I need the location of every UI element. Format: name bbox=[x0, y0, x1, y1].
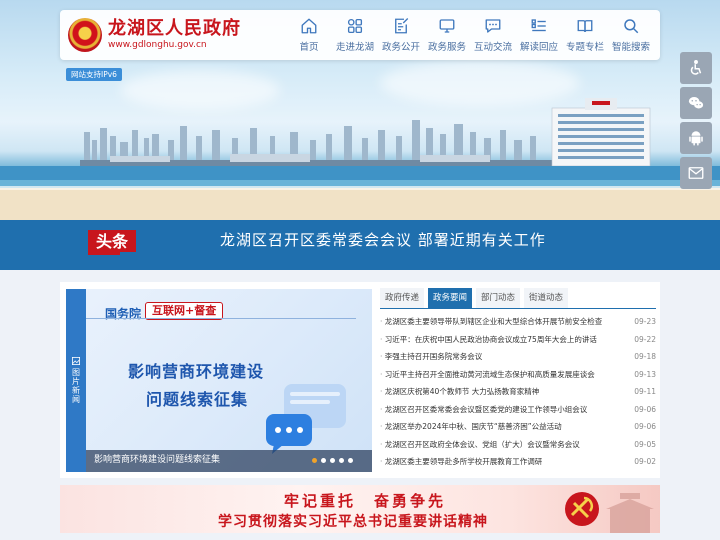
carousel-dot[interactable] bbox=[348, 458, 353, 463]
wechat-icon bbox=[688, 97, 704, 109]
monitor-icon bbox=[439, 19, 455, 33]
nav-label: 解读回应 bbox=[519, 42, 558, 53]
news-item[interactable]: 龙湖区召开区委常委会会议暨区委党的建设工作领导小组会议 09-06 bbox=[380, 401, 656, 419]
tab-department-news[interactable]: 部门动态 bbox=[476, 288, 521, 308]
news-title: 龙湖区召开区政府全体会议、党组（扩大）会议暨常务会议 bbox=[380, 439, 625, 450]
document-edit-icon bbox=[395, 18, 409, 34]
news-date: 09-18 bbox=[634, 352, 656, 362]
grid-icon bbox=[347, 18, 363, 34]
search-icon bbox=[624, 19, 639, 34]
news-date: 09-11 bbox=[634, 387, 656, 397]
tab-street-news[interactable]: 街道动态 bbox=[524, 288, 569, 308]
chat-bubble-illustration bbox=[266, 384, 346, 454]
headline-badge-text: 头条 bbox=[96, 232, 129, 251]
news-item[interactable]: 李强主持召开国务院常务会议 09-18 bbox=[380, 348, 656, 366]
ipv6-badge: 网站支持IPv6 bbox=[66, 68, 122, 81]
nav-label: 互动交流 bbox=[473, 42, 512, 53]
nav-item-topics[interactable]: 专题专栏 bbox=[562, 17, 608, 53]
site-logo[interactable]: 龙湖区人民政府 www.gdlonghu.gov.cn bbox=[60, 18, 286, 52]
headline-link[interactable]: 龙湖区召开区委常委会会议 部署近期有关工作 bbox=[220, 230, 546, 250]
news-title: 龙湖区举办2024年中秋、国庆节“慈善济困”公益活动 bbox=[380, 421, 625, 432]
site-url: www.gdlonghu.gov.cn bbox=[108, 40, 207, 50]
news-list: 龙湖区委主要领导带队到辖区企业和大型综合体开展节前安全检查 09-23 习近平：在… bbox=[380, 313, 656, 471]
nav-label: 走进龙湖 bbox=[335, 42, 374, 53]
home-icon bbox=[301, 18, 317, 34]
site-header: 龙湖区人民政府 www.gdlonghu.gov.cn 首页 走进龙湖 政务公开… bbox=[60, 10, 660, 60]
news-date: 09-06 bbox=[634, 422, 656, 432]
nav-label: 首页 bbox=[299, 42, 319, 53]
national-emblem-icon bbox=[68, 18, 102, 52]
slide-title-line1: 影响营商环境建设 bbox=[128, 362, 265, 381]
headline-badge: 头条 bbox=[88, 230, 136, 255]
mail-icon bbox=[688, 167, 704, 179]
android-icon bbox=[689, 131, 703, 146]
news-date: 09-22 bbox=[634, 334, 656, 344]
news-item[interactable]: 习近平主持召开全面推动黄河流域生态保护和高质量发展座谈会 09-13 bbox=[380, 366, 656, 384]
news-item[interactable]: 龙湖区庆祝第40个教师节 大力弘扬教育家精神 09-11 bbox=[380, 383, 656, 401]
news-item[interactable]: 习近平：在庆祝中国人民政治协商会议成立75周年大会上的讲话 09-22 bbox=[380, 331, 656, 349]
main-nav: 首页 走进龙湖 政务公开 政务服务 互动交流 解读回应 专题专栏 智能搜索 bbox=[286, 17, 660, 53]
news-tabs: 政府传递 政务要闻 部门动态 街道动态 bbox=[380, 288, 572, 308]
news-title: 李强主持召开国务院常务会议 bbox=[380, 351, 625, 362]
accessibility-icon bbox=[690, 60, 702, 75]
carousel-dots bbox=[312, 458, 357, 463]
banner-slogan: 牢记重托 奋勇争先 bbox=[284, 492, 447, 510]
android-app-button[interactable] bbox=[680, 122, 712, 154]
news-date: 09-13 bbox=[634, 369, 656, 379]
news-title: 龙湖区召开区委常委会会议暨区委党的建设工作领导小组会议 bbox=[380, 404, 625, 415]
book-icon bbox=[577, 20, 593, 33]
nav-label: 专题专栏 bbox=[565, 42, 604, 53]
site-name: 龙湖区人民政府 bbox=[108, 18, 241, 39]
nav-item-about[interactable]: 走进龙湖 bbox=[332, 17, 378, 53]
carousel-caption[interactable]: 影响营商环境建设问题线索征集 bbox=[94, 454, 220, 467]
carousel-dot[interactable] bbox=[339, 458, 344, 463]
tabs-underline bbox=[380, 308, 656, 309]
news-title: 习近平：在庆祝中国人民政治协商会议成立75周年大会上的讲话 bbox=[380, 334, 625, 345]
wechat-button[interactable] bbox=[680, 87, 712, 119]
carousel-dot[interactable] bbox=[321, 458, 326, 463]
nav-label: 智能搜索 bbox=[611, 42, 650, 53]
list-icon bbox=[531, 19, 546, 32]
news-title: 龙湖区委主要领导带队到辖区企业和大型综合体开展节前安全检查 bbox=[380, 316, 625, 327]
carousel-dot[interactable] bbox=[330, 458, 335, 463]
news-date: 09-06 bbox=[634, 404, 656, 414]
nav-item-home[interactable]: 首页 bbox=[286, 17, 332, 53]
mail-button[interactable] bbox=[680, 157, 712, 189]
nav-item-interpretation[interactable]: 解读回应 bbox=[516, 17, 562, 53]
floating-toolbar bbox=[680, 52, 712, 192]
news-item[interactable]: 龙湖区委主要领导带队到辖区企业和大型综合体开展节前安全检查 09-23 bbox=[380, 313, 656, 331]
nav-item-services[interactable]: 政务服务 bbox=[424, 17, 470, 53]
carousel-dot[interactable] bbox=[312, 458, 317, 463]
nav-item-search[interactable]: 智能搜索 bbox=[608, 17, 654, 53]
news-title: 龙湖区庆祝第40个教师节 大力弘扬教育家精神 bbox=[380, 386, 625, 397]
news-item[interactable]: 龙湖区召开区政府全体会议、党组（扩大）会议暨常务会议 09-05 bbox=[380, 436, 656, 454]
nav-label: 政务公开 bbox=[381, 42, 420, 53]
news-item[interactable]: 龙湖区举办2024年中秋、国庆节“慈善济困”公益活动 09-06 bbox=[380, 418, 656, 436]
nav-item-interaction[interactable]: 互动交流 bbox=[470, 17, 516, 53]
nav-item-disclosure[interactable]: 政务公开 bbox=[378, 17, 424, 53]
news-date: 09-23 bbox=[634, 317, 656, 327]
image-icon bbox=[72, 357, 80, 365]
tab-government-transmit[interactable]: 政府传递 bbox=[380, 288, 425, 308]
photo-news-label: 图片新闻 bbox=[66, 289, 86, 472]
news-title: 龙湖区委主要领导赴多所学校开展教育工作调研 bbox=[380, 456, 625, 467]
news-title: 习近平主持召开全面推动黄河流域生态保护和高质量发展座谈会 bbox=[380, 369, 625, 380]
accessibility-button[interactable] bbox=[680, 52, 712, 84]
banner-title: 学习贯彻落实习近平总书记重要讲话精神 bbox=[218, 514, 488, 530]
chat-icon bbox=[485, 19, 501, 33]
slide-title-line2: 问题线索征集 bbox=[146, 390, 249, 409]
news-date: 09-05 bbox=[634, 439, 656, 449]
news-date: 09-02 bbox=[634, 457, 656, 467]
tab-government-news[interactable]: 政务要闻 bbox=[428, 288, 473, 308]
nav-label: 政务服务 bbox=[427, 42, 466, 53]
party-emblem-illustration bbox=[565, 492, 654, 533]
slide-divider bbox=[86, 318, 356, 319]
news-item[interactable]: 龙湖区委主要领导赴多所学校开展教育工作调研 09-02 bbox=[380, 453, 656, 471]
